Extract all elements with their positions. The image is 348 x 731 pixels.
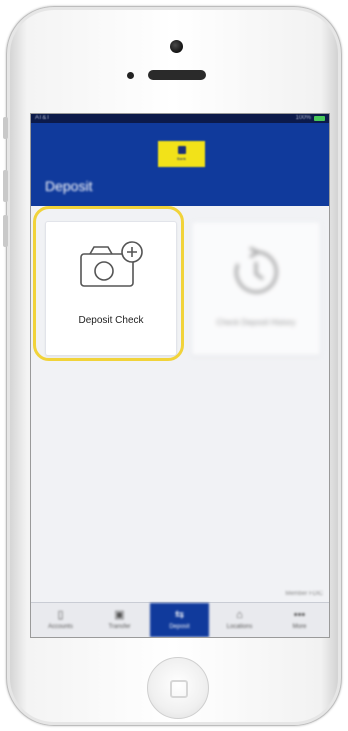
home-square-icon bbox=[170, 680, 188, 698]
carrier-label: AT&T bbox=[35, 115, 50, 121]
tab-more-label: More bbox=[292, 624, 307, 630]
more-icon: ••• bbox=[293, 609, 306, 621]
check-deposit-history-tile[interactable]: Check Deposit History bbox=[191, 221, 321, 356]
volume-down-button bbox=[3, 215, 8, 247]
tab-transfer-label: Transfer bbox=[108, 624, 131, 630]
location-icon: ⌂ bbox=[236, 609, 243, 621]
status-bar: AT&T 100% bbox=[31, 114, 329, 123]
tab-bar: ▯ Accounts ▣ Transfer ⇆ Deposit ⌂ Locati… bbox=[31, 602, 329, 637]
battery-icon bbox=[314, 116, 325, 121]
header-bar: Bank Deposit bbox=[31, 123, 329, 206]
tab-accounts[interactable]: ▯ Accounts bbox=[31, 603, 90, 637]
tab-more[interactable]: ••• More bbox=[270, 603, 329, 637]
tab-accounts-label: Accounts bbox=[48, 624, 73, 630]
tab-deposit-label: Deposit bbox=[169, 624, 190, 630]
transfer-icon: ▣ bbox=[114, 609, 125, 621]
front-camera bbox=[170, 40, 183, 53]
mute-switch bbox=[3, 117, 8, 139]
volume-up-button bbox=[3, 170, 8, 202]
earpiece-speaker bbox=[148, 70, 206, 80]
tab-locations[interactable]: ⌂ Locations bbox=[210, 603, 269, 637]
deposit-icon: ⇆ bbox=[174, 609, 185, 621]
check-deposit-history-label: Check Deposit History bbox=[216, 318, 296, 327]
page-title: Deposit bbox=[45, 178, 93, 194]
proximity-sensor bbox=[127, 72, 134, 79]
footer-note: Member FDIC bbox=[285, 591, 323, 597]
home-button[interactable] bbox=[147, 657, 209, 719]
logo-mark-icon bbox=[177, 146, 186, 154]
tab-locations-label: Locations bbox=[226, 624, 253, 630]
battery-percent: 100% bbox=[295, 115, 311, 121]
deposit-check-highlight bbox=[33, 206, 184, 361]
tab-transfer[interactable]: ▣ Transfer bbox=[90, 603, 149, 637]
phone-icon: ▯ bbox=[57, 609, 64, 621]
tab-deposit[interactable]: ⇆ Deposit bbox=[150, 603, 209, 637]
app-screen: AT&T 100% Bank Deposit Deposit Check Che… bbox=[30, 113, 330, 638]
bank-logo: Bank bbox=[158, 141, 205, 167]
history-clock-icon bbox=[234, 246, 278, 294]
logo-text: Bank bbox=[176, 156, 187, 161]
